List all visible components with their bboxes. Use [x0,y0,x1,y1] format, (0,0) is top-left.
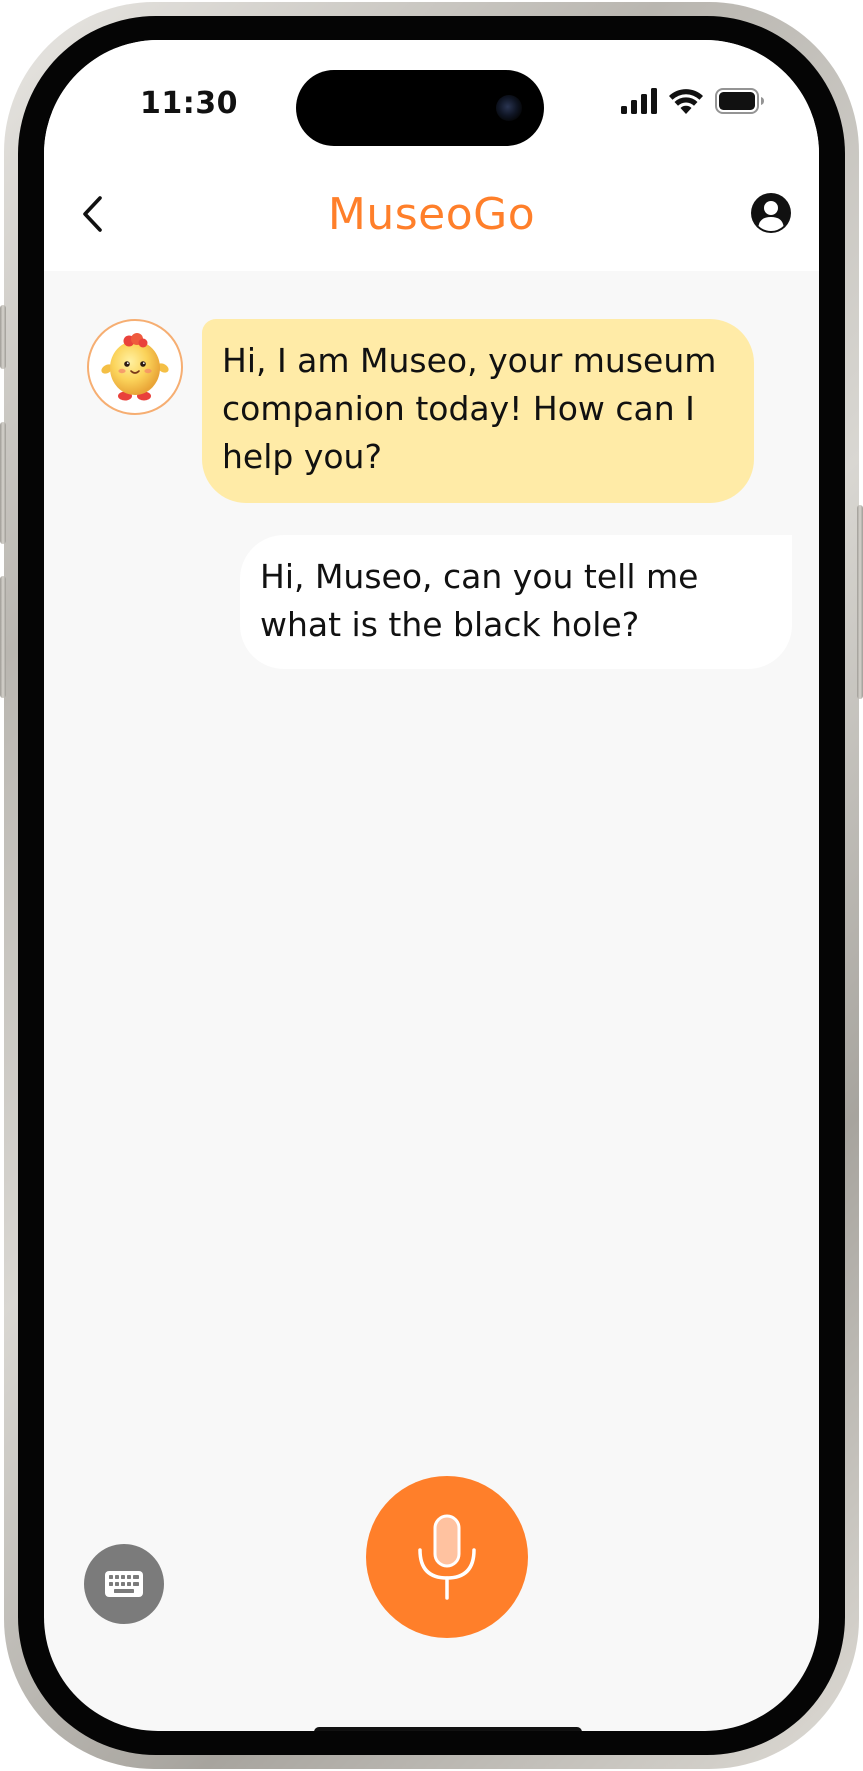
status-time: 11:30 [140,86,238,121]
status-bar: 11:30 [44,40,819,165]
power-button [857,505,863,699]
app-title: MuseoGo [327,189,536,240]
microphone-button[interactable] [366,1476,528,1638]
cellular-signal-icon [621,88,657,114]
keyboard-toggle-button[interactable] [84,1544,164,1624]
keyboard-icon [105,1571,143,1597]
battery-icon [715,88,764,114]
status-icons [621,84,765,118]
screen: 11:30 MuseoGo Hi, I am Museo, your museu… [44,40,819,1731]
dynamic-island [296,70,544,146]
user-message-bubble: Hi, Museo, can you tell me what is the b… [240,535,792,669]
phone-frame: 11:30 MuseoGo Hi, I am Museo, your museu… [0,2,863,1769]
profile-button[interactable] [749,191,793,235]
museo-avatar [87,319,183,415]
microphone-icon [418,1514,476,1600]
front-camera [496,95,522,121]
museo-mascot-icon [101,333,169,401]
home-indicator[interactable] [314,1727,582,1731]
wifi-icon [669,89,703,114]
phone-bezel: 11:30 MuseoGo Hi, I am Museo, your museu… [18,16,845,1755]
volume-down-button [0,576,6,698]
action-button [0,305,6,369]
user-circle-icon [751,193,791,233]
volume-up-button [0,422,6,544]
app-header: MuseoGo [44,165,819,271]
bot-message-bubble: Hi, I am Museo, your museum companion to… [202,319,754,503]
